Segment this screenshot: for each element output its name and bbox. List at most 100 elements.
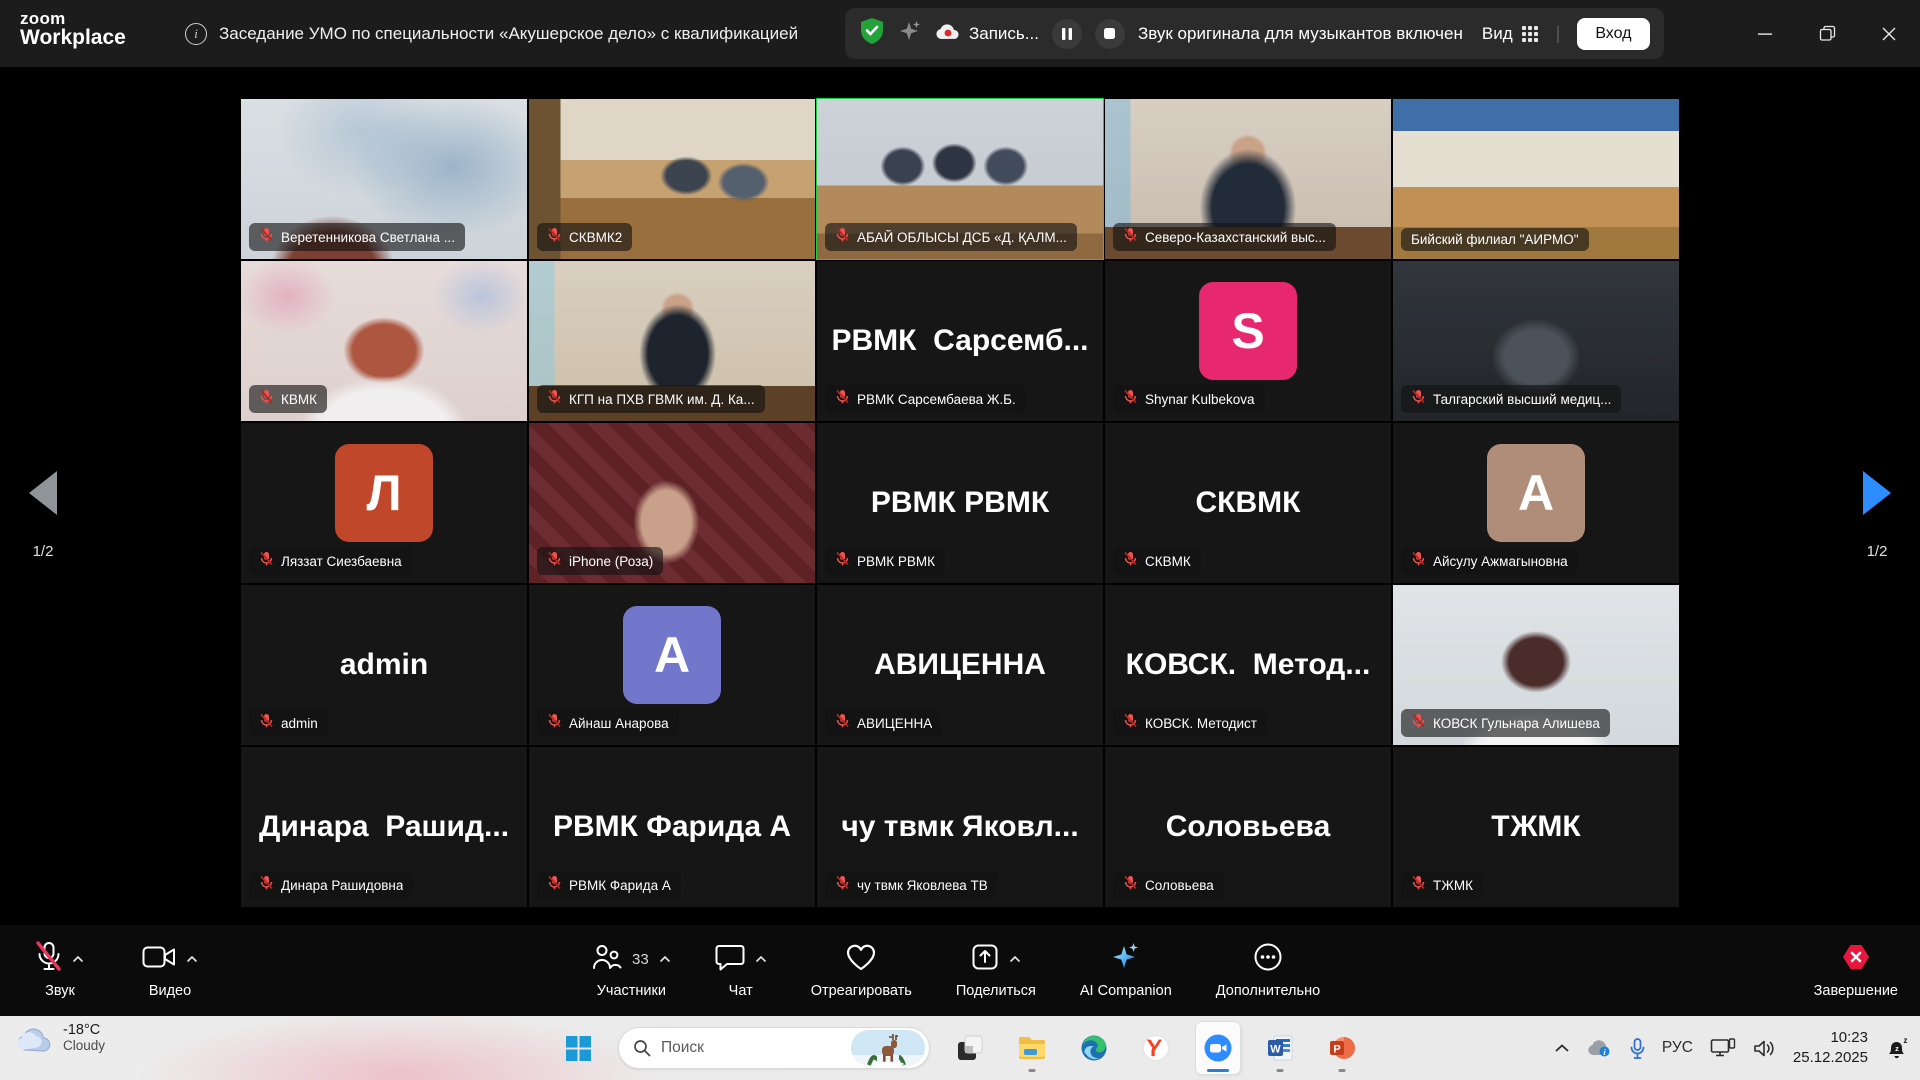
participant-tile[interactable]: SShynar Kulbekova: [1104, 260, 1392, 422]
meeting-info-icon[interactable]: i: [185, 23, 207, 45]
participant-tile[interactable]: СКВМК2: [528, 98, 816, 260]
muted-mic-icon: [1411, 713, 1426, 733]
participant-tile[interactable]: Веретенникова Светлана ...: [240, 98, 528, 260]
edge-browser-icon[interactable]: [1072, 1022, 1116, 1074]
toolbar-button-label: Дополнительно: [1216, 983, 1320, 999]
next-page-arrow-icon[interactable]: [1863, 471, 1891, 515]
start-button[interactable]: [556, 1022, 600, 1074]
participant-name-label: Айсулу Ажмагыновна: [1433, 554, 1568, 569]
powerpoint-app-icon[interactable]: P: [1320, 1022, 1364, 1074]
volume-tray-icon[interactable]: [1753, 1039, 1776, 1058]
participant-name-label: Соловьева: [1145, 878, 1214, 893]
participant-tile[interactable]: чу твмк Яковл...чу твмк Яковлева ТВ: [816, 746, 1104, 908]
pause-recording-button[interactable]: [1052, 19, 1082, 49]
cast-device-tray-icon[interactable]: [1710, 1038, 1736, 1058]
ai-icon: [1111, 941, 1141, 978]
chat-toolbar-button[interactable]: Чат: [715, 925, 767, 1016]
participant-tile[interactable]: КОВСК. Метод...КОВСК. Методист: [1104, 584, 1392, 746]
participant-tile[interactable]: СКВМКСКВМК: [1104, 422, 1392, 584]
chevron-up-icon[interactable]: [72, 950, 84, 968]
participant-tile[interactable]: adminadmin: [240, 584, 528, 746]
zoom-workplace-logo: zoom Workplace: [20, 10, 126, 49]
react-toolbar-button[interactable]: Отреагировать: [811, 925, 912, 1016]
page-indicator-right: 1/2: [1842, 543, 1912, 560]
word-app-icon[interactable]: W: [1258, 1022, 1302, 1074]
participant-name-tag: АБАЙ ОБЛЫСЫ ДСБ «Д. ҚАЛМ...: [825, 223, 1077, 251]
file-explorer-icon[interactable]: [1010, 1022, 1054, 1074]
minimize-button[interactable]: [1734, 0, 1796, 67]
share-toolbar-button[interactable]: Поделиться: [956, 925, 1036, 1016]
participant-tile[interactable]: Талгарский высший медиц...: [1392, 260, 1680, 422]
muted-mic-icon: [259, 227, 274, 247]
restore-button[interactable]: [1796, 0, 1858, 67]
audio-toolbar-button[interactable]: Звук: [36, 925, 84, 1016]
clock-widget[interactable]: 10:23 25.12.2025: [1793, 1028, 1868, 1069]
participant-tile[interactable]: ТЖМКТЖМК: [1392, 746, 1680, 908]
task-view-icon[interactable]: [948, 1022, 992, 1074]
participant-tile[interactable]: ААйнаш Анарова: [528, 584, 816, 746]
previous-page-control[interactable]: 1/2: [8, 471, 78, 560]
participant-name-label: Shynar Kulbekova: [1145, 392, 1255, 407]
participant-name-tag: СКВМК: [1113, 547, 1201, 575]
chevron-up-icon[interactable]: [659, 950, 671, 968]
participant-tile[interactable]: СоловьеваСоловьева: [1104, 746, 1392, 908]
participant-tile[interactable]: ААйсулу Ажмагыновна: [1392, 422, 1680, 584]
tray-overflow-chevron-icon[interactable]: [1554, 1043, 1570, 1053]
zoom-app-icon[interactable]: [1196, 1022, 1240, 1074]
participant-tile[interactable]: Динара Рашид...Динара Рашидовна: [240, 746, 528, 908]
stop-recording-button[interactable]: [1095, 19, 1125, 49]
onedrive-tray-icon[interactable]: i: [1587, 1039, 1613, 1057]
participant-tile[interactable]: ЛЛяззат Сиезбаевна: [240, 422, 528, 584]
participant-tile[interactable]: Бийский филиал "АИРМО": [1392, 98, 1680, 260]
participants-grid: Веретенникова Светлана ...СКВМК2 АБАЙ ОБЛ…: [240, 98, 1682, 908]
close-button[interactable]: [1858, 0, 1920, 67]
encryption-shield-icon[interactable]: [859, 17, 885, 50]
logo-zoom: zoom: [20, 10, 126, 27]
participant-tile[interactable]: iPhone (Роза): [528, 422, 816, 584]
chevron-up-icon[interactable]: [1009, 950, 1021, 968]
participant-tile[interactable]: РВМК РВМКРВМК РВМК: [816, 422, 1104, 584]
participant-tile[interactable]: КГП на ПХВ ГВМК им. Д. Ка...: [528, 260, 816, 422]
video-toolbar-button[interactable]: Видео: [142, 925, 198, 1016]
participant-tile[interactable]: РВМК Фарида АРВМК Фарида А: [528, 746, 816, 908]
strip-divider: |: [1556, 23, 1561, 44]
taskbar-search-input[interactable]: Поиск: [618, 1027, 930, 1069]
ai-sparkle-icon[interactable]: [898, 19, 922, 48]
participant-tile[interactable]: КВМК: [240, 260, 528, 422]
participants-toolbar-button[interactable]: 33Участники: [592, 925, 671, 1016]
signin-button[interactable]: Вход: [1577, 18, 1649, 50]
more-toolbar-button[interactable]: Дополнительно: [1216, 925, 1320, 1016]
svg-text:W: W: [1270, 1044, 1281, 1056]
previous-page-arrow-icon[interactable]: [29, 471, 57, 515]
microphone-tray-icon[interactable]: [1630, 1038, 1645, 1059]
language-indicator[interactable]: РУС: [1662, 1039, 1693, 1057]
search-seasonal-deer-icon[interactable]: [851, 1030, 925, 1066]
participant-name-label: АБАЙ ОБЛЫСЫ ДСБ «Д. ҚАЛМ...: [857, 230, 1067, 245]
notifications-dnd-bell-icon[interactable]: zz: [1885, 1036, 1910, 1060]
participant-name-label: СКВМК: [1145, 554, 1191, 569]
participant-tile[interactable]: АВИЦЕННААВИЦЕННА: [816, 584, 1104, 746]
participant-tile[interactable]: Северо-Казахстанский выс...: [1104, 98, 1392, 260]
next-page-control[interactable]: 1/2: [1842, 471, 1912, 560]
participant-tile[interactable]: КОВСК Гульнара Алишева: [1392, 584, 1680, 746]
weather-widget[interactable]: -18°C Cloudy: [14, 1022, 105, 1053]
participant-name-label: Талгарский высший медиц...: [1433, 392, 1611, 407]
end-toolbar-button[interactable]: Завершение: [1814, 925, 1898, 1016]
titlebar-status-strip: Запись... Звук оригинала для музыкантов …: [845, 8, 1664, 59]
participant-name-tag: Ляззат Сиезбаевна: [249, 547, 412, 575]
yandex-browser-icon[interactable]: [1134, 1022, 1178, 1074]
participant-name-tag: Северо-Казахстанский выс...: [1113, 223, 1336, 251]
participant-tile[interactable]: АБАЙ ОБЛЫСЫ ДСБ «Д. ҚАЛМ...: [816, 98, 1104, 260]
chat-icon: [715, 943, 745, 976]
chevron-up-icon[interactable]: [186, 950, 198, 968]
cloud-weather-icon: [14, 1023, 54, 1053]
chevron-up-icon[interactable]: [755, 950, 767, 968]
view-button[interactable]: Вид: [1482, 24, 1539, 44]
muted-mic-icon: [547, 389, 562, 409]
toolbar-button-label: AI Companion: [1080, 983, 1172, 999]
participant-name-label: КВМК: [281, 392, 317, 407]
participant-tile[interactable]: РВМК Сарсемб...РВМК Сарсембаева Ж.Б.: [816, 260, 1104, 422]
ai-toolbar-button[interactable]: AI Companion: [1080, 925, 1172, 1016]
participant-name-tag: КГП на ПХВ ГВМК им. Д. Ка...: [537, 385, 765, 413]
muted-mic-icon: [1123, 227, 1138, 247]
